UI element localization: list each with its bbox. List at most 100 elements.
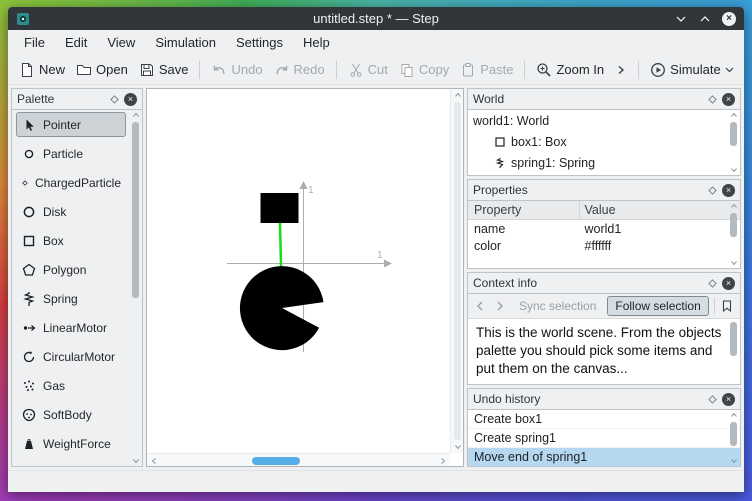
close-panel-button[interactable]: ×: [722, 276, 735, 290]
palette-item-disk[interactable]: Disk: [16, 199, 126, 224]
save-button[interactable]: Save: [134, 59, 194, 81]
scrollbar-thumb[interactable]: [730, 422, 737, 446]
scroll-right-icon[interactable]: [439, 457, 447, 465]
scrollbar-thumb[interactable]: [730, 322, 737, 356]
simulate-button[interactable]: Simulate: [645, 59, 739, 81]
sync-selection-button[interactable]: Sync selection: [512, 297, 603, 315]
scroll-left-icon[interactable]: [150, 457, 158, 465]
menu-help[interactable]: Help: [293, 32, 340, 53]
scroll-down-icon[interactable]: [454, 443, 462, 451]
undo-history-header[interactable]: Undo history ×: [468, 389, 740, 409]
canvas[interactable]: 1 1: [146, 88, 464, 467]
undo-scrollbar[interactable]: [728, 411, 739, 465]
properties-scrollbar[interactable]: [728, 202, 739, 267]
softbody-icon: [22, 408, 36, 421]
cut-button[interactable]: Cut: [343, 59, 393, 81]
palette-item-chargedparticle[interactable]: ChargedParticle: [16, 170, 126, 195]
paste-label: Paste: [480, 62, 514, 77]
palette-item-spring[interactable]: Spring: [16, 286, 126, 311]
scroll-up-icon[interactable]: [454, 91, 462, 99]
box-object[interactable]: [260, 193, 299, 223]
close-panel-button[interactable]: ×: [124, 92, 137, 106]
context-scrollbar[interactable]: [728, 320, 739, 383]
world-scrollbar[interactable]: [728, 111, 739, 174]
palette-item-linearmotor[interactable]: LinearMotor: [16, 315, 126, 340]
scroll-up-icon[interactable]: [730, 202, 738, 210]
paste-button[interactable]: Paste: [455, 59, 518, 81]
menu-simulation[interactable]: Simulation: [145, 32, 226, 53]
scroll-down-icon[interactable]: [730, 166, 738, 174]
scroll-down-icon[interactable]: [132, 457, 140, 465]
new-button[interactable]: New: [14, 59, 70, 81]
canvas-vertical-scrollbar[interactable]: [450, 89, 463, 453]
scroll-down-icon[interactable]: [730, 259, 738, 267]
palette-scrollbar[interactable]: [130, 111, 141, 465]
scroll-up-icon[interactable]: [730, 111, 738, 119]
undo-item-move-end-of-spring1[interactable]: Move end of spring1: [468, 448, 740, 466]
float-panel-icon[interactable]: [708, 185, 717, 195]
menu-view[interactable]: View: [97, 32, 145, 53]
palette-item-pointer[interactable]: Pointer: [16, 112, 126, 137]
toolbar: New Open Save Undo Redo Cut Copy Paste Z…: [8, 55, 744, 85]
float-panel-icon[interactable]: [708, 278, 717, 288]
undo-button[interactable]: Undo: [206, 59, 267, 81]
scrollbar-thumb[interactable]: [730, 213, 737, 237]
float-panel-icon[interactable]: [708, 394, 717, 404]
scroll-up-icon[interactable]: [730, 411, 738, 419]
new-document-icon: [22, 62, 32, 77]
undo-item-create-spring1[interactable]: Create spring1: [468, 429, 740, 448]
tree-item-box1[interactable]: box1: Box: [468, 131, 740, 152]
palette-item-softbody[interactable]: SoftBody: [16, 402, 126, 427]
scrollbar-thumb[interactable]: [730, 122, 737, 146]
scroll-up-icon[interactable]: [132, 111, 140, 119]
property-row-name[interactable]: name world1: [468, 220, 740, 237]
palette-item-gas[interactable]: Gas: [16, 373, 126, 398]
close-panel-button[interactable]: ×: [722, 92, 735, 106]
copy-button[interactable]: Copy: [394, 59, 454, 81]
property-row-color[interactable]: color #ffffff: [468, 237, 740, 254]
palette-item-polygon[interactable]: Polygon: [16, 257, 126, 282]
scrollbar-thumb[interactable]: [252, 456, 300, 465]
close-panel-button[interactable]: ×: [722, 183, 735, 197]
properties-header[interactable]: Properties ×: [468, 180, 740, 200]
redo-label: Redo: [293, 62, 325, 77]
save-label: Save: [158, 62, 189, 77]
close-button[interactable]: ×: [722, 11, 736, 26]
tree-item-spring1[interactable]: spring1: Spring: [468, 152, 740, 173]
copy-label: Copy: [418, 62, 450, 77]
palette-item-particle[interactable]: Particle: [16, 141, 126, 166]
scrollbar-thumb[interactable]: [454, 102, 461, 440]
palette-item-weightforce[interactable]: WeightForce: [16, 431, 126, 456]
close-panel-button[interactable]: ×: [722, 392, 735, 406]
simulate-label: Simulate: [670, 62, 721, 77]
tree-item-world1[interactable]: world1: World: [468, 110, 740, 131]
context-info-header[interactable]: Context info ×: [468, 273, 740, 293]
menu-file[interactable]: File: [14, 32, 55, 53]
bookmark-button[interactable]: [719, 297, 735, 315]
minimize-button[interactable]: [674, 12, 688, 26]
float-panel-icon[interactable]: [110, 94, 119, 104]
palette-item-box[interactable]: Box: [16, 228, 126, 253]
float-panel-icon[interactable]: [708, 94, 717, 104]
properties-column-headers[interactable]: Property Value: [468, 201, 740, 220]
menu-edit[interactable]: Edit: [55, 32, 97, 53]
titlebar[interactable]: untitled.step * — Step ×: [8, 7, 744, 30]
forward-button[interactable]: [492, 297, 508, 315]
undo-item-create-box1[interactable]: Create box1: [468, 410, 740, 429]
cut-label: Cut: [367, 62, 388, 77]
zoom-in-button[interactable]: Zoom In: [531, 59, 609, 81]
maximize-button[interactable]: [698, 12, 712, 26]
scroll-down-icon[interactable]: [730, 457, 738, 465]
redo-button[interactable]: Redo: [269, 59, 330, 81]
scrollbar-thumb[interactable]: [132, 122, 139, 298]
disk-object[interactable]: [239, 266, 324, 351]
palette-header[interactable]: Palette ×: [12, 89, 142, 109]
open-button[interactable]: Open: [71, 59, 133, 81]
back-button[interactable]: [472, 297, 488, 315]
canvas-horizontal-scrollbar[interactable]: [147, 453, 450, 466]
menu-settings[interactable]: Settings: [226, 32, 293, 53]
follow-selection-button[interactable]: Follow selection: [607, 296, 709, 316]
world-header[interactable]: World ×: [468, 89, 740, 109]
palette-item-circularmotor[interactable]: CircularMotor: [16, 344, 126, 369]
toolbar-extension-button[interactable]: [610, 61, 632, 79]
